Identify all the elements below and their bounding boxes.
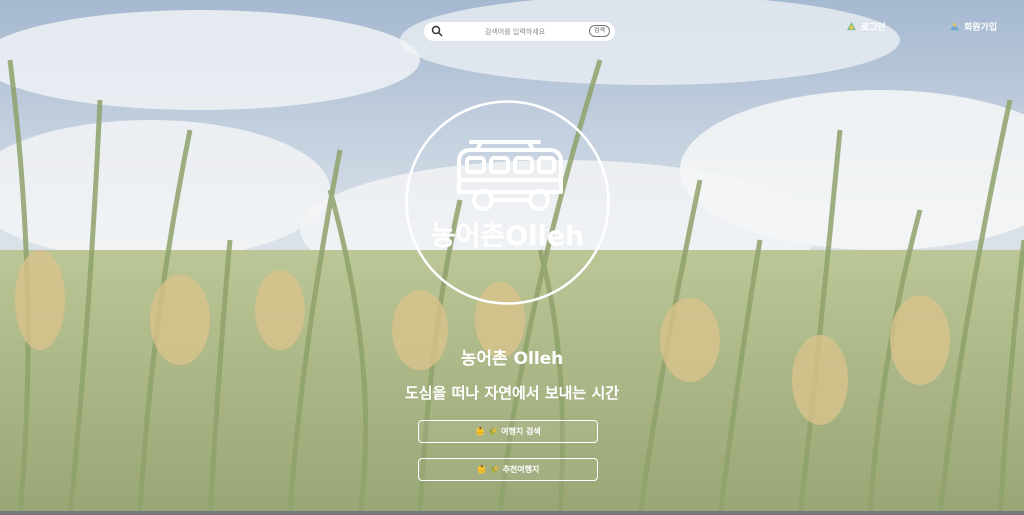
recommended-destination-label: 추천여행지 [502, 465, 540, 474]
rice-icon: 🌾 [489, 465, 500, 474]
signup-icon [949, 21, 960, 30]
search-icon [431, 25, 443, 37]
hero-subtitle: 도심을 떠나 자연에서 보내는 시간 [404, 384, 620, 402]
login-label: 로그인 [861, 22, 886, 33]
van-icon [457, 140, 563, 211]
login-icon [846, 21, 857, 30]
search-destination-label: 여행지 검색 [501, 427, 541, 436]
bottom-edge [0, 511, 1024, 515]
search-input[interactable] [450, 24, 580, 39]
signup-label: 회원가입 [964, 22, 998, 33]
search-bar: 검색 [424, 22, 615, 41]
search-destination-button[interactable]: 👶 🌾 여행지 검색 [418, 420, 598, 443]
search-button[interactable]: 검색 [589, 25, 610, 37]
rice-icon: 🌾 [488, 427, 499, 436]
signup-link[interactable]: 회원가입 [949, 19, 997, 33]
recommended-destination-button[interactable]: 👶 🌾 추천여행지 [418, 458, 598, 481]
logo-text: 농어촌Olleh [430, 221, 585, 252]
logo-emblem [405, 100, 610, 305]
baby-icon: 👶 [476, 465, 487, 474]
hero-title: 농어촌 Olleh [460, 349, 564, 369]
login-link[interactable]: 로그인 [846, 19, 886, 33]
baby-icon: 👶 [475, 427, 486, 436]
